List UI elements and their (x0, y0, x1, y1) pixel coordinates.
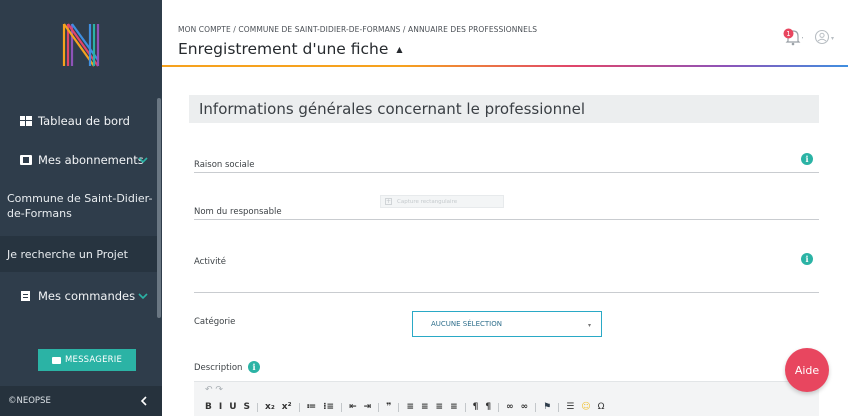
svg-text:▾: ▾ (831, 35, 834, 42)
nom-responsable-label: Nom du responsable (194, 207, 282, 217)
sidebar-footer: ©NEOPSE (0, 386, 162, 416)
underline-button[interactable]: U (229, 402, 236, 412)
breadcrumb[interactable]: MON COMPTE / COMMUNE DE SAINT-DIDIER-DE-… (178, 25, 537, 34)
blockquote-button[interactable]: ❞ (386, 402, 391, 412)
superscript-button[interactable]: x² (282, 402, 292, 412)
categorie-selected-value: AUCUNE SÉLECTION (431, 320, 502, 328)
page-title-text: Enregistrement d'une fiche (178, 40, 389, 58)
capture-tooltip: + Capture rectangulaire (380, 195, 504, 208)
sidebar-item-label: Je recherche un Projet (7, 247, 128, 261)
categorie-select[interactable]: AUCUNE SÉLECTION ▾ (412, 311, 602, 337)
toolbar-separator (378, 402, 380, 412)
emoji-button[interactable]: ☺ (581, 402, 590, 412)
subscript-button[interactable]: x₂ (265, 402, 275, 412)
sidebar-item-label: Mes commandes (38, 289, 136, 303)
capture-hint-label: Capture rectangulaire (397, 198, 458, 205)
chevron-down-icon (138, 293, 148, 300)
info-icon[interactable]: i (801, 253, 813, 265)
neopse-logo-icon (62, 23, 100, 67)
flag-button[interactable]: ⚑ (543, 402, 551, 412)
activite-input[interactable] (194, 292, 819, 293)
help-button[interactable]: Aide (785, 348, 829, 392)
user-menu-button[interactable]: ▾ (813, 29, 839, 45)
formatting-toolbar: B I U Sx₂ x² ≔ ⁝≡ ⇤ ⇥ ❞ ≡ ≡ ≡ ≡ ¶ ¶ ∞ ∞ ⚑ ☰ ☺ Ω (205, 402, 612, 412)
bell-icon: 1 ▾ (783, 28, 805, 46)
toolbar-separator (535, 402, 537, 412)
toolbar-separator (398, 402, 400, 412)
nom-responsable-input[interactable] (194, 219, 819, 220)
message-icon (51, 356, 61, 364)
horizontal-rule-button[interactable]: ☰ (566, 402, 574, 412)
logo[interactable] (0, 0, 162, 90)
sidebar-item-label: Commune de Saint-Didier-de-Formans (7, 192, 153, 220)
orders-icon (21, 291, 30, 301)
info-icon[interactable]: i (801, 153, 813, 165)
toolbar-separator (558, 402, 560, 412)
special-char-button[interactable]: Ω (598, 402, 605, 412)
user-avatar-icon: ▾ (814, 29, 834, 45)
caret-up-icon: ▲ (396, 45, 403, 54)
align-justify-button[interactable]: ≡ (450, 402, 458, 412)
chevron-down-icon (138, 157, 148, 164)
toolbar-separator (341, 402, 343, 412)
toolbar-separator (464, 402, 466, 412)
categorie-label: Catégorie (194, 317, 236, 327)
dropdown-arrow-icon: ▾ (587, 322, 591, 329)
chevron-left-icon[interactable] (140, 396, 148, 406)
section-header: Informations générales concernant le pro… (189, 95, 819, 123)
copyright-label: ©NEOPSE (8, 396, 51, 406)
sidebar: Tableau de bord Mes abonnements Commune … (0, 0, 162, 416)
align-center-button[interactable]: ≡ (421, 402, 429, 412)
header-accent-bar (162, 65, 848, 67)
dashboard-icon (20, 116, 32, 126)
app-root: Tableau de bord Mes abonnements Commune … (0, 0, 848, 416)
bold-button[interactable]: B (205, 402, 212, 412)
rtl-button[interactable]: ¶ (485, 402, 491, 412)
toolbar-separator (257, 402, 259, 412)
notifications-button[interactable]: 1 ▾ (783, 27, 805, 47)
raison-sociale-input[interactable] (194, 172, 819, 173)
ltr-button[interactable]: ¶ (473, 402, 479, 412)
sidebar-item-label: Tableau de bord (38, 114, 130, 128)
plus-icon: + (385, 198, 392, 205)
sidebar-item-tableau-de-bord[interactable]: Tableau de bord (0, 106, 158, 136)
align-left-button[interactable]: ≡ (406, 402, 414, 412)
notification-count: 1 (786, 30, 790, 38)
sidebar-item-je-recherche-un-projet[interactable]: Je recherche un Projet (0, 236, 158, 272)
indent-button[interactable]: ⇥ (364, 402, 372, 412)
toolbar-separator (298, 402, 300, 412)
unlink-button[interactable]: ∞ (521, 402, 529, 412)
align-right-button[interactable]: ≡ (436, 402, 444, 412)
toolbar-separator (498, 402, 500, 412)
sidebar-item-label: Mes abonnements (38, 153, 144, 167)
sidebar-scrollbar[interactable] (157, 98, 161, 318)
undo-redo-buttons[interactable]: ↶ ↷ (205, 385, 223, 395)
activite-label: Activité (194, 257, 226, 267)
messaging-button[interactable]: MESSAGERIE (38, 349, 136, 371)
italic-button[interactable]: I (219, 402, 222, 412)
sidebar-item-mes-commandes[interactable]: Mes commandes (0, 282, 158, 310)
messaging-label: MESSAGERIE (64, 355, 123, 365)
svg-text:▾: ▾ (802, 35, 803, 42)
sidebar-item-mes-abonnements[interactable]: Mes abonnements (0, 146, 158, 174)
unordered-list-button[interactable]: ⁝≡ (323, 402, 334, 412)
outdent-button[interactable]: ⇤ (349, 402, 357, 412)
link-button[interactable]: ∞ (506, 402, 514, 412)
ordered-list-button[interactable]: ≔ (307, 402, 317, 412)
page-title[interactable]: Enregistrement d'une fiche ▲ (178, 40, 403, 58)
raison-sociale-label: Raison sociale (194, 160, 255, 170)
subscriptions-icon (20, 155, 32, 165)
description-label: Description (194, 363, 243, 373)
info-icon[interactable]: i (248, 361, 260, 373)
sidebar-item-commune[interactable]: Commune de Saint-Didier-de-Formans (0, 186, 158, 226)
strikethrough-button[interactable]: S (244, 402, 250, 412)
